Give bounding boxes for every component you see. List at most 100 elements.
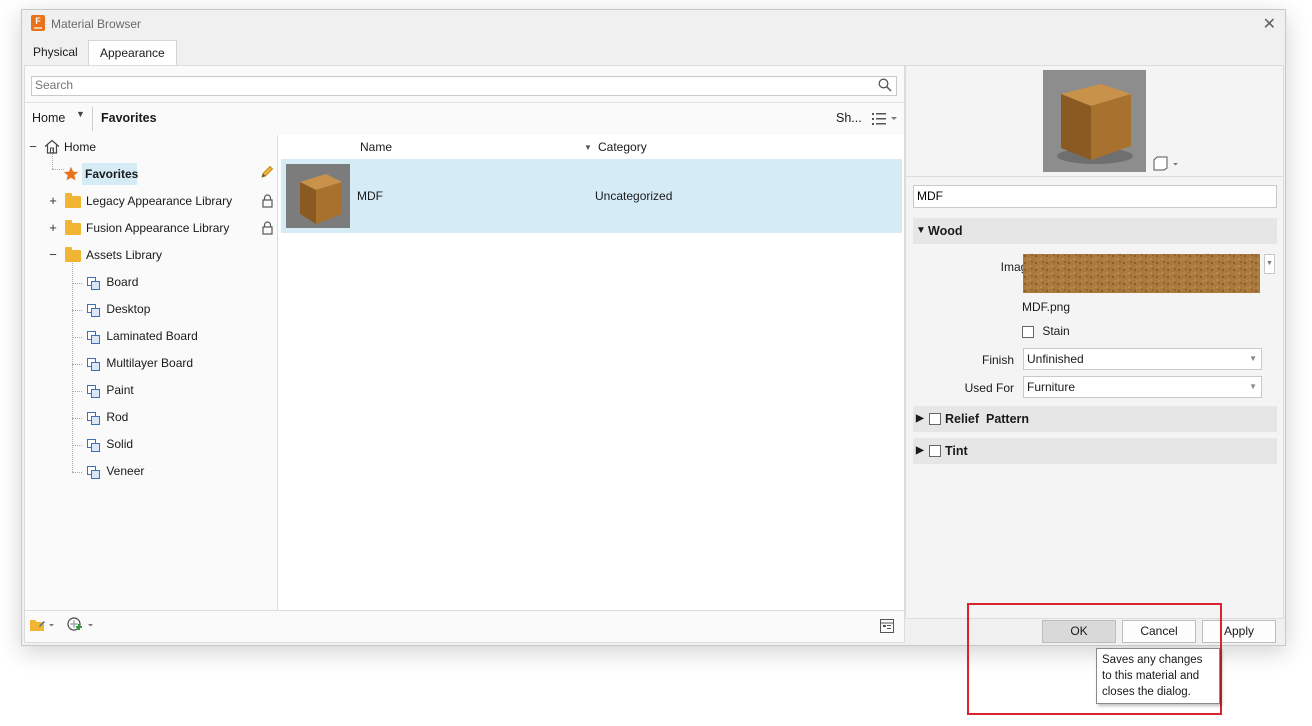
search-input[interactable] <box>32 77 868 93</box>
folder-icon <box>65 193 81 208</box>
library-panel: Home ▼ Favorites Sh... − <box>24 65 905 643</box>
tree-item-fusion-library[interactable]: + Fusion Appearance Library <box>25 217 275 239</box>
finish-select[interactable]: Unfinished ▼ <box>1023 348 1262 370</box>
used-for-select[interactable]: Furniture ▼ <box>1023 376 1262 398</box>
tree-item-board[interactable]: Board <box>87 271 138 293</box>
chevron-down-icon[interactable]: ▼ <box>76 109 85 119</box>
folder-icon <box>65 220 81 235</box>
divider <box>92 107 93 131</box>
tree-item-legacy-library[interactable]: + Legacy Appearance Library <box>25 190 275 212</box>
tree-label-assets: Assets Library <box>86 248 163 262</box>
material-thumbnail <box>286 164 350 228</box>
chevron-down-icon: ▼ <box>1249 354 1257 363</box>
material-name-input[interactable] <box>914 186 1275 205</box>
image-menu-button[interactable]: ▼ <box>1264 254 1275 274</box>
used-for-value: Furniture <box>1027 380 1076 394</box>
tab-appearance[interactable]: Appearance <box>88 40 177 65</box>
panel-toggle-icon[interactable] <box>880 619 894 633</box>
tree-line <box>72 391 82 392</box>
asset-category-icon <box>87 330 100 344</box>
expand-triangle-icon[interactable]: ▶ <box>916 406 924 432</box>
tree-label-desktop: Desktop <box>106 302 151 316</box>
expand-icon[interactable]: + <box>48 190 58 212</box>
pencil-icon[interactable] <box>260 165 274 179</box>
expand-triangle-icon[interactable]: ▶ <box>916 438 924 464</box>
asset-category-icon <box>87 438 100 452</box>
folder-menu-icon[interactable] <box>29 617 55 633</box>
tree-label-legacy: Legacy Appearance Library <box>86 194 233 208</box>
material-list: Name ▼ Category MDF Uncategorized <box>278 135 904 610</box>
stain-checkbox-row[interactable]: Stain <box>1022 324 1070 338</box>
show-menu-button[interactable]: Sh... <box>836 111 862 125</box>
tree-item-rod[interactable]: Rod <box>87 406 128 428</box>
tree-item-solid[interactable]: Solid <box>87 433 133 455</box>
section-relief-pattern[interactable]: ▶ Relief Pattern <box>913 406 1277 432</box>
tree-label-laminated-board: Laminated Board <box>106 329 198 343</box>
collapse-icon[interactable]: − <box>48 244 58 266</box>
tree-line <box>72 364 82 365</box>
collapse-triangle-icon[interactable]: ▼ <box>916 218 926 244</box>
section-title-wood: Wood <box>928 224 963 238</box>
asset-category-icon <box>87 465 100 479</box>
shape-menu-icon[interactable] <box>1152 155 1180 171</box>
list-view-icon[interactable] <box>872 112 898 126</box>
tree-item-veneer[interactable]: Veneer <box>87 460 144 482</box>
breadcrumb-home[interactable]: Home <box>32 111 65 125</box>
expand-icon[interactable]: + <box>48 217 58 239</box>
tree-label-multilayer-board: Multilayer Board <box>106 356 194 370</box>
tree-line <box>72 337 82 338</box>
close-icon[interactable]: ✕ <box>1263 14 1276 34</box>
material-name-field <box>913 185 1277 208</box>
stain-checkbox[interactable] <box>1022 325 1034 338</box>
tree-item-multilayer-board[interactable]: Multilayer Board <box>87 352 193 374</box>
tree-line <box>72 472 82 473</box>
tree-line <box>72 310 82 311</box>
window-title: Material Browser <box>51 17 142 31</box>
material-category: Uncategorized <box>595 189 673 203</box>
asset-category-icon <box>87 276 100 290</box>
asset-category-icon <box>87 303 100 317</box>
tint-checkbox[interactable] <box>929 445 941 457</box>
section-wood[interactable]: ▼ Wood <box>913 218 1277 244</box>
sort-down-icon[interactable]: ▼ <box>584 143 592 152</box>
relief-pattern-checkbox[interactable] <box>929 413 941 425</box>
tree-item-desktop[interactable]: Desktop <box>87 298 150 320</box>
finish-label: Finish <box>981 353 1014 367</box>
breadcrumb: Home ▼ Favorites Sh... <box>25 102 904 136</box>
lock-icon <box>262 194 273 208</box>
tree-label-paint: Paint <box>106 383 134 397</box>
image-label: Image <box>1000 260 1034 274</box>
asset-category-icon <box>87 384 100 398</box>
search-box <box>31 76 897 96</box>
tooltip-line: Saves any changes <box>1102 654 1203 666</box>
tree-item-assets-library[interactable]: − Assets Library <box>25 244 275 266</box>
ok-tooltip: Saves any changes to this material and c… <box>1096 648 1220 704</box>
search-icon[interactable] <box>878 78 892 92</box>
finish-value: Unfinished <box>1027 352 1084 366</box>
wood-texture-image[interactable] <box>1023 254 1260 293</box>
material-name: MDF <box>357 189 383 203</box>
tree-label-board: Board <box>106 275 139 289</box>
tree-line <box>72 283 82 284</box>
tree-item-paint[interactable]: Paint <box>87 379 134 401</box>
tree-item-favorites[interactable]: Favorites <box>63 163 274 185</box>
home-icon <box>44 139 60 154</box>
collapse-icon[interactable]: − <box>28 136 38 158</box>
tab-physical[interactable]: Physical <box>22 40 89 64</box>
star-icon <box>63 166 79 182</box>
tree-item-laminated-board[interactable]: Laminated Board <box>87 325 198 347</box>
title-bar: F Material Browser ✕ <box>22 10 1285 39</box>
tree-label-favorites: Favorites <box>85 167 139 181</box>
used-for-label: Used For <box>964 381 1014 395</box>
table-row[interactable]: MDF Uncategorized <box>281 159 902 233</box>
tree-label-rod: Rod <box>106 410 129 424</box>
chevron-down-icon: ▼ <box>1249 382 1257 391</box>
divider <box>906 176 1283 177</box>
tree-label-fusion: Fusion Appearance Library <box>86 221 230 235</box>
column-header-name[interactable]: Name <box>360 140 392 154</box>
material-menu-icon[interactable] <box>67 617 95 633</box>
column-header-category[interactable]: Category <box>598 140 647 154</box>
section-tint[interactable]: ▶ Tint <box>913 438 1277 464</box>
tree-item-home[interactable]: − Home <box>25 136 265 158</box>
lock-icon <box>262 221 273 235</box>
